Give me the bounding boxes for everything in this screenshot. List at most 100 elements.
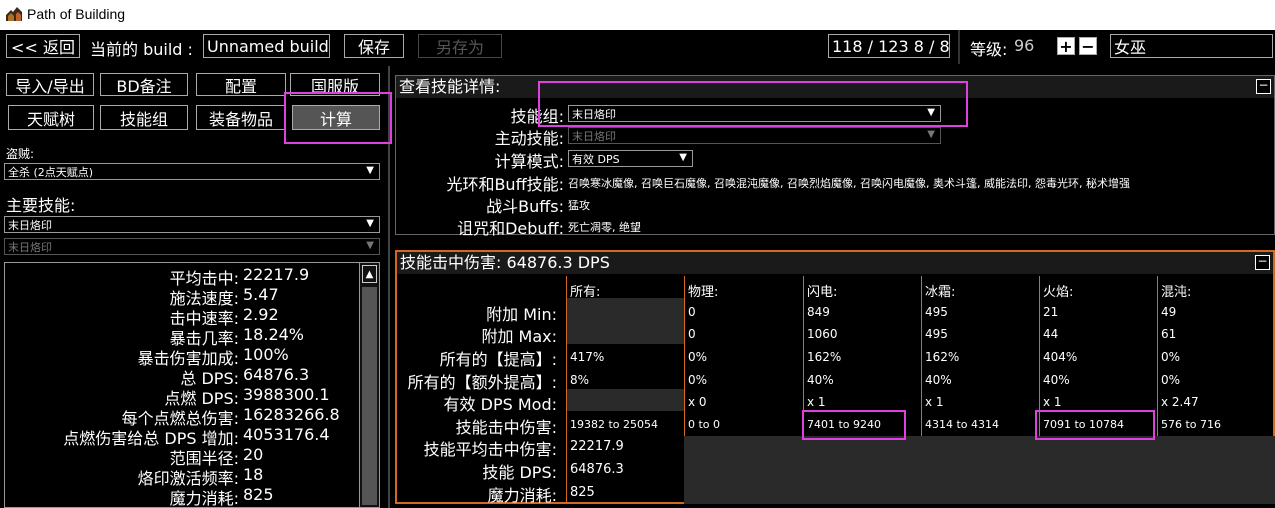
import-export-button[interactable]: 导入/导出 <box>6 73 94 96</box>
column-header: 混沌: <box>1161 285 1192 300</box>
table-cell: x 2.47 <box>1161 395 1199 409</box>
stat-row: 烙印激活频率: 18 <box>137 465 264 488</box>
scroll-thumb[interactable] <box>362 287 377 505</box>
table-cell: 162% <box>807 350 842 364</box>
table-cell: 495 <box>925 327 948 341</box>
class-select[interactable]: 女巫 <box>1110 34 1273 58</box>
empty-cell <box>566 389 684 411</box>
row-label: 有效 DPS Mod: <box>443 395 557 414</box>
main-skill-select[interactable]: 末日烙印 ▼ <box>4 216 380 233</box>
items-tab[interactable]: 装备物品 <box>196 105 286 130</box>
skill-group-label: 技能组: <box>510 107 564 126</box>
level-label: 等级: <box>970 40 1008 59</box>
collapse-details-button[interactable]: − <box>1256 79 1271 94</box>
column-header: 所有: <box>570 285 601 300</box>
curse-label: 诅咒和Debuff: <box>457 219 564 238</box>
table-cell: 40% <box>807 373 834 387</box>
left-panel: 导入/导出 BD备注 配置 国服版 天赋树 技能组 装备物品 计算 盗贼: 全杀… <box>0 66 388 508</box>
stat-row: 平均击中: 22217.9 <box>169 265 310 288</box>
save-button[interactable]: 保存 <box>344 34 404 58</box>
dropdown-arrow-icon: ▼ <box>927 129 935 140</box>
stat-row: 点燃伤害给总 DPS 增加: 4053176.4 <box>63 425 330 448</box>
main-skill-value: 末日烙印 <box>8 218 52 232</box>
table-cell: 0% <box>688 373 708 387</box>
table-cell: 576 to 716 <box>1161 418 1222 431</box>
row-label: 技能击中伤害: <box>455 418 557 437</box>
toolbar-divider <box>958 30 960 64</box>
collapse-hit-button[interactable]: − <box>1255 255 1270 270</box>
empty-area <box>684 436 1275 504</box>
empty-cell <box>566 298 684 344</box>
table-cell: 4314 to 4314 <box>925 418 1000 431</box>
skill-group-select[interactable]: 末日烙印 ▼ <box>568 105 941 122</box>
stat-row: 魔力消耗: 825 <box>169 485 274 508</box>
build-name-field[interactable]: Unnamed build <box>203 34 330 58</box>
table-cell: 0 <box>688 305 696 319</box>
sub-skill-select[interactable]: 末日烙印 ▼ <box>4 238 380 255</box>
table-cell: 8% <box>570 373 590 387</box>
active-skill-select[interactable]: 末日烙印 ▼ <box>568 127 941 144</box>
table-cell: 0% <box>688 350 708 364</box>
window-title: Path of Building <box>27 6 126 22</box>
bandit-label: 盗贼: <box>6 147 35 161</box>
stat-row: 总 DPS: 64876.3 <box>180 365 310 388</box>
bandit-select[interactable]: 全杀 (2点天赋点) ▼ <box>4 163 380 180</box>
notes-button[interactable]: BD备注 <box>100 73 188 96</box>
stats-scrollbar[interactable]: ▲ <box>359 263 379 507</box>
table-cell: x 1 <box>925 395 944 409</box>
row-label: 所有的【提高】: <box>439 350 557 369</box>
column-divider <box>566 276 567 504</box>
table-cell: 162% <box>925 350 960 364</box>
stat-row: 每个点燃总伤害: 16283266.8 <box>121 405 340 428</box>
panel-divider <box>388 66 390 508</box>
table-cell: 404% <box>1043 350 1078 364</box>
column-divider <box>684 276 685 436</box>
skills-tab[interactable]: 技能组 <box>100 105 188 130</box>
level-value[interactable]: 96 <box>1014 36 1034 55</box>
table-cell: 0 <box>688 327 696 341</box>
column-header: 物理: <box>688 285 719 300</box>
hit-damage-panel: 技能击中伤害: 64876.3 DPS − 所有: 物理: 闪电: 冰霜: 火焰… <box>395 250 1275 505</box>
stat-row: 范围半径: 20 <box>169 445 264 468</box>
table-cell: 495 <box>925 305 948 319</box>
back-button[interactable]: << 返回 <box>6 34 80 58</box>
row-label: 所有的【额外提高】: <box>407 373 557 392</box>
tree-tab[interactable]: 天赋树 <box>8 105 94 130</box>
active-skill-label: 主动技能: <box>494 129 564 148</box>
table-cell: 49 <box>1161 305 1177 319</box>
stat-row: 点燃 DPS: 3988300.1 <box>164 385 330 408</box>
table-cell: 64876.3 <box>570 462 624 477</box>
cn-version-button[interactable]: 国服版 <box>290 73 380 96</box>
column-header: 冰霜: <box>925 285 956 300</box>
table-cell: 7091 to 10784 <box>1043 418 1125 431</box>
sub-skill-value: 末日烙印 <box>8 240 52 254</box>
column-divider <box>1157 276 1158 436</box>
calcs-tab[interactable]: 计算 <box>292 105 380 130</box>
table-cell: 40% <box>1043 373 1070 387</box>
active-skill-value: 末日烙印 <box>572 129 616 143</box>
hit-damage-title: 技能击中伤害: 64876.3 DPS <box>397 252 1273 274</box>
calc-mode-select[interactable]: 有效 DPS ▼ <box>568 150 693 167</box>
scroll-up-arrow-icon[interactable]: ▲ <box>362 265 377 283</box>
column-divider <box>803 276 804 436</box>
row-label: 技能平均击中伤害: <box>423 440 557 459</box>
level-plus-button[interactable]: + <box>1057 37 1075 56</box>
save-as-button[interactable]: 另存为 <box>418 34 502 58</box>
column-header: 闪电: <box>807 285 838 300</box>
bandit-select-value: 全杀 (2点天赋点) <box>8 165 94 179</box>
table-cell: 1060 <box>807 327 838 341</box>
points-counter: 118 / 123 8 / 8 <box>828 34 950 58</box>
level-minus-button[interactable]: − <box>1079 37 1097 56</box>
stat-row: 施法速度: 5.47 <box>169 285 279 308</box>
column-divider <box>921 276 922 436</box>
aura-label: 光环和Buff技能: <box>446 175 564 194</box>
skill-group-value: 末日烙印 <box>572 107 616 121</box>
config-button[interactable]: 配置 <box>196 73 286 96</box>
table-cell: 40% <box>925 373 952 387</box>
row-label: 附加 Max: <box>481 327 557 346</box>
table-cell: 21 <box>1043 305 1059 319</box>
table-cell: x 1 <box>1043 395 1062 409</box>
combat-buffs-label: 战斗Buffs: <box>486 197 564 216</box>
table-cell: 0% <box>1161 350 1181 364</box>
curse-value: 死亡凋零, 绝望 <box>568 221 641 234</box>
